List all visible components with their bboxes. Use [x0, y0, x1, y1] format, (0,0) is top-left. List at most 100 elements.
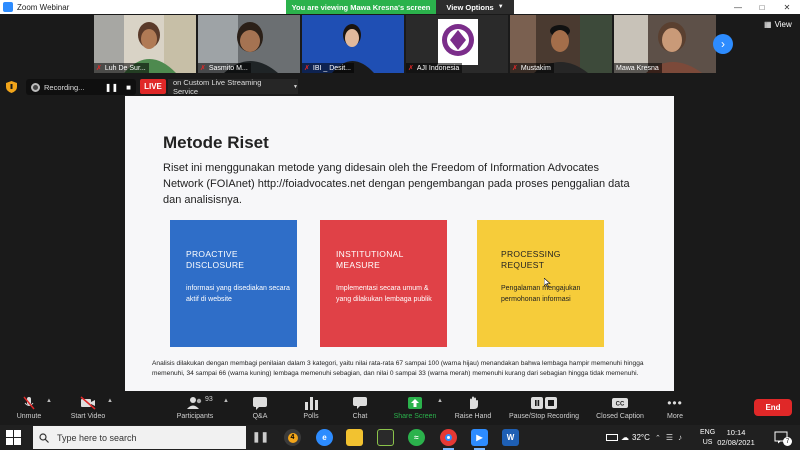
closed-caption-button[interactable]: CC Closed Caption: [590, 392, 650, 424]
spotify-icon[interactable]: ≈: [408, 429, 425, 446]
mouse-cursor-icon: [544, 278, 551, 287]
maximize-button[interactable]: □: [750, 0, 774, 14]
zoom-badge: 4: [287, 432, 298, 443]
raise-hand-label: Raise Hand: [454, 413, 492, 420]
temperature-label: 32°C: [632, 433, 650, 442]
share-screen-button[interactable]: Share Screen: [392, 392, 438, 424]
view-button-label: View: [774, 20, 792, 29]
start-video-label: Start Video: [70, 413, 106, 420]
next-page-arrow-icon[interactable]: ›: [713, 34, 733, 54]
card-title-line: MEASURE: [336, 260, 381, 270]
participant-tile-active-speaker[interactable]: Mawa Kresna: [614, 15, 716, 73]
participant-tile[interactable]: ✗ Sasmito M...: [198, 15, 300, 73]
taskbar-search-box[interactable]: Type here to search: [33, 426, 246, 449]
live-streaming-service-dropdown[interactable]: on Custom Live Streaming Service ▼: [168, 77, 298, 96]
slide-title: Metode Riset: [163, 133, 269, 152]
security-shield-icon[interactable]: [6, 81, 17, 93]
view-options-button[interactable]: View Options ▼: [436, 0, 514, 14]
stop-recording-icon[interactable]: ■: [126, 83, 131, 92]
unmute-button[interactable]: Unmute: [12, 392, 46, 424]
notes-app-icon[interactable]: [377, 429, 394, 446]
participant-tile[interactable]: ✗ AJI Indonesia: [406, 15, 508, 73]
chevron-down-icon: ▼: [497, 4, 504, 10]
chevron-down-icon: ▼: [293, 83, 298, 90]
svg-text:CC: CC: [616, 402, 625, 408]
polls-icon: [305, 397, 318, 410]
recording-dot-icon: [31, 82, 40, 92]
live-service-label: on Custom Live Streaming Service: [173, 77, 262, 96]
chat-button[interactable]: Chat: [348, 392, 372, 424]
audio-options-caret-icon[interactable]: ▲: [46, 398, 52, 404]
mic-muted-icon: [23, 396, 35, 410]
clock-date: 02/08/2021: [717, 438, 755, 447]
sharing-banner: You are viewing Mawa Kresna's screen Vie…: [286, 0, 514, 14]
more-label: More: [667, 413, 683, 420]
wifi-icon: ☰: [665, 433, 674, 442]
participant-name: AJI Indonesia: [416, 64, 460, 72]
qa-label: Q&A: [252, 413, 268, 420]
file-explorer-icon[interactable]: [346, 429, 363, 446]
recording-label: Recording...: [44, 82, 85, 92]
slide-footnote: Analisis dilakukan dengan membagi penila…: [152, 360, 644, 377]
more-dots-icon: •••: [667, 396, 683, 410]
window-title: Zoom Webinar: [17, 2, 70, 12]
participant-tile[interactable]: ✗ Luh De Sur...: [94, 15, 196, 73]
participant-name: Sasmito M...: [208, 64, 248, 72]
card-title: PROCESSING REQUEST: [501, 249, 561, 271]
chat-label: Chat: [352, 413, 368, 420]
pause-recording-icon[interactable]: ❚❚: [105, 83, 118, 92]
mic-muted-icon: ✗: [512, 65, 518, 72]
polls-button[interactable]: Polls: [298, 392, 324, 424]
chevron-up-icon: ⌃: [655, 434, 661, 442]
chrome-browser-icon[interactable]: [440, 429, 457, 450]
participant-name: Mawa Kresna: [616, 64, 659, 72]
participants-count: 93: [205, 396, 213, 403]
view-options-label: View Options: [446, 2, 494, 12]
participant-tile[interactable]: ✗ Mustakim: [510, 15, 612, 73]
shared-screen-slide: Metode Riset Riset ini menggunakan metod…: [125, 96, 674, 391]
zoom-webinar-window: Zoom Webinar — □ ✕ You are viewing Mawa …: [0, 0, 800, 450]
raise-hand-button[interactable]: Raise Hand: [453, 392, 493, 424]
cloud-icon: ☁: [621, 433, 629, 442]
edge-browser-icon[interactable]: e: [316, 429, 333, 446]
participant-tile[interactable]: ✗ IBI _ Desit...: [302, 15, 404, 73]
slide-intro-text: Riset ini menggunakan metode yang didesa…: [163, 162, 630, 206]
participants-caret-icon[interactable]: ▲: [223, 398, 229, 404]
zoom-app-icon[interactable]: ▶: [471, 429, 488, 450]
battery-icon: [606, 434, 618, 441]
minimize-button[interactable]: —: [726, 0, 750, 14]
zoom-app-icon: [3, 2, 13, 12]
proactive-disclosure-card: PROACTIVE DISCLOSURE informasi yang dise…: [170, 220, 297, 347]
card-title: PROACTIVE DISCLOSURE: [186, 249, 244, 271]
viewing-screen-label: You are viewing Mawa Kresna's screen: [286, 0, 436, 14]
video-options-caret-icon[interactable]: ▲: [107, 398, 113, 404]
pause-stop-icon: [531, 397, 557, 409]
view-button[interactable]: ▦ View: [764, 20, 792, 29]
word-app-icon[interactable]: W: [502, 429, 519, 446]
qa-icon: [253, 397, 267, 410]
participant-name-bar: ✗ Luh De Sur...: [94, 63, 149, 73]
weather-widget[interactable]: ☁ 32°C: [606, 425, 650, 450]
qa-button[interactable]: Q&A: [248, 392, 272, 424]
raise-hand-icon: [470, 396, 478, 409]
mic-muted-icon: ✗: [304, 65, 310, 72]
pause-stop-recording-button[interactable]: Pause/Stop Recording: [504, 392, 584, 424]
mic-muted-icon: ✗: [96, 65, 102, 72]
system-clock[interactable]: 10:14 02/08/2021: [712, 428, 760, 448]
share-options-caret-icon[interactable]: ▲: [437, 398, 443, 404]
volume-icon: ♪: [678, 433, 683, 442]
participant-name: Luh De Sur...: [104, 64, 146, 72]
system-tray-icons[interactable]: ⌃ ☰ ♪: [655, 425, 682, 450]
more-button[interactable]: ••• More: [662, 392, 688, 424]
end-meeting-button[interactable]: End: [754, 399, 792, 416]
participant-name-bar: ✗ AJI Indonesia: [406, 63, 463, 73]
windows-start-icon[interactable]: [6, 430, 21, 445]
task-view-icon[interactable]: ❚❚: [252, 429, 269, 446]
participant-name: IBI _ Desit...: [312, 64, 351, 72]
start-video-button[interactable]: Start Video: [66, 392, 110, 424]
participant-gallery: ✗ Luh De Sur... ✗ Sasmito M... ✗ IBI _ D…: [94, 15, 716, 73]
clock-time: 10:14: [726, 428, 746, 437]
close-button[interactable]: ✕: [775, 0, 799, 14]
zoom-task-app-icon[interactable]: 4: [284, 429, 301, 446]
unmute-label: Unmute: [16, 413, 42, 420]
